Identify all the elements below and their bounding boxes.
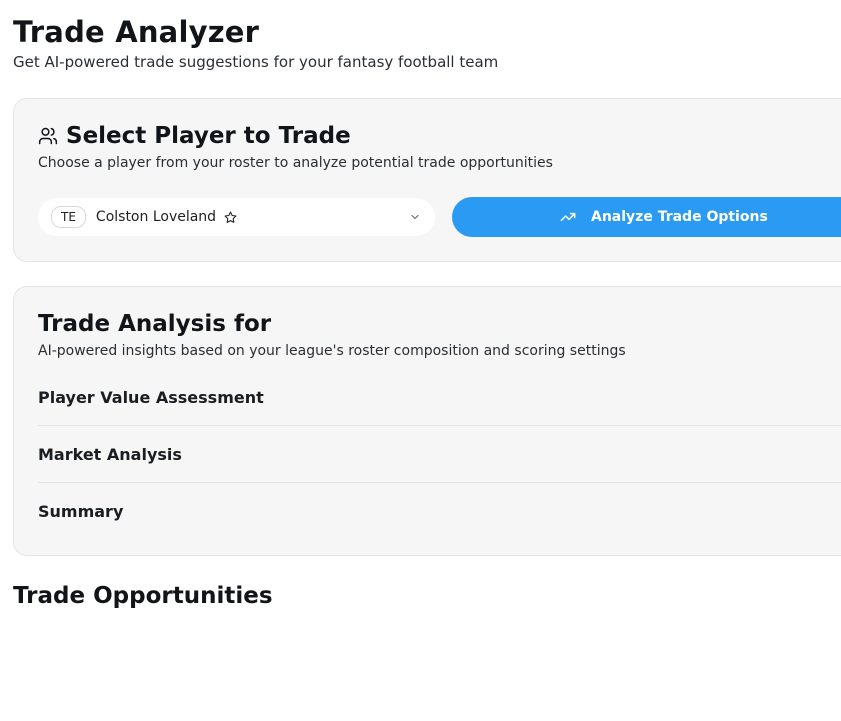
trade-analyzer-page: Trade Analyzer Get AI-powered trade sugg…	[0, 0, 841, 721]
trade-analysis-card: Trade Analysis for AI-powered insights b…	[13, 286, 841, 556]
position-badge: TE	[51, 206, 86, 228]
select-player-description: Choose a player from your roster to anal…	[38, 155, 553, 171]
trending-up-icon	[560, 212, 576, 222]
page-title: Trade Analyzer	[13, 15, 260, 49]
trade-opportunities-heading: Trade Opportunities	[13, 583, 273, 609]
section-player-value-assessment[interactable]: Player Value Assessment	[38, 369, 841, 426]
select-player-heading: Select Player to Trade	[38, 121, 351, 151]
users-icon	[38, 127, 58, 145]
analyze-button-label: Analyze Trade Options	[591, 209, 768, 225]
trade-analysis-title: Trade Analysis for	[38, 311, 272, 337]
section-market-analysis[interactable]: Market Analysis	[38, 426, 841, 483]
section-summary[interactable]: Summary	[38, 483, 841, 540]
select-player-card: Select Player to Trade Choose a player f…	[13, 98, 841, 262]
selected-player-name: Colston Loveland	[95, 209, 217, 225]
select-player-title: Select Player to Trade	[66, 123, 351, 149]
trade-analysis-description: AI-powered insights based on your league…	[38, 343, 626, 359]
page-subtitle: Get AI-powered trade suggestions for you…	[13, 53, 499, 71]
section-label: Market Analysis	[38, 444, 182, 464]
analyze-trade-options-button[interactable]: Analyze Trade Options	[452, 197, 841, 237]
section-label: Summary	[38, 502, 124, 521]
player-select-dropdown[interactable]: TE Colston Loveland	[38, 198, 435, 236]
chevron-down-icon	[411, 214, 419, 220]
star-outline-icon	[224, 211, 237, 223]
section-label: Player Value Assessment	[38, 387, 264, 407]
